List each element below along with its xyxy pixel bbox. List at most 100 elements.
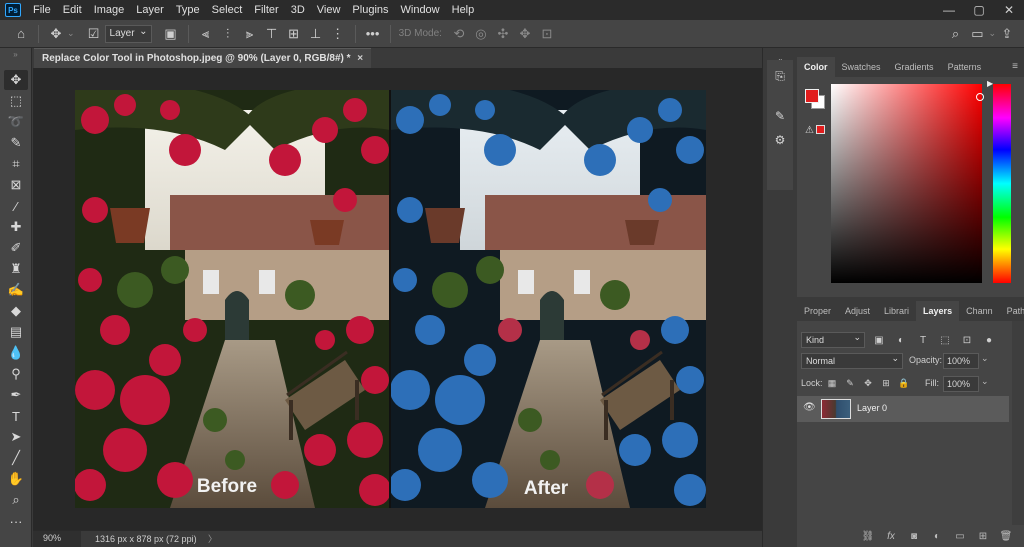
document-image[interactable]: Before After: [75, 90, 706, 508]
menu-view[interactable]: View: [311, 0, 347, 20]
new-group-icon[interactable]: ▭: [950, 528, 970, 544]
3d-orbit-icon[interactable]: ⟲: [448, 23, 470, 45]
tab-color[interactable]: Color: [797, 57, 835, 77]
filter-toggle-icon[interactable]: ●: [981, 332, 997, 348]
lasso-tool-icon[interactable]: ➰: [4, 112, 28, 132]
blur-tool-icon[interactable]: 💧: [4, 343, 28, 363]
hand-tool-icon[interactable]: ✋: [4, 469, 28, 489]
link-layers-icon[interactable]: ⛓: [858, 528, 878, 544]
tab-adjustments[interactable]: Adjust: [838, 301, 877, 321]
tab-libraries[interactable]: Librari: [877, 301, 916, 321]
lock-image-icon[interactable]: ✎: [843, 376, 857, 390]
3d-roll-icon[interactable]: ◎: [470, 23, 492, 45]
eraser-tool-icon[interactable]: ◆: [4, 301, 28, 321]
adjustments-panel-icon[interactable]: ⚙: [770, 130, 790, 150]
lock-all-icon[interactable]: 🔒: [897, 376, 911, 390]
tab-patterns[interactable]: Patterns: [941, 57, 989, 77]
home-icon[interactable]: ⌂: [10, 23, 32, 45]
layers-scrollbar[interactable]: [1012, 321, 1024, 525]
chevron-down-icon[interactable]: ⌄: [988, 28, 996, 39]
move-tool-icon[interactable]: ✥: [45, 23, 67, 45]
fill-field[interactable]: 100%: [943, 376, 979, 392]
auto-select-checkbox-icon[interactable]: ☑: [83, 23, 105, 45]
dodge-tool-icon[interactable]: ⚲: [4, 364, 28, 384]
layer-style-icon[interactable]: fx: [881, 528, 901, 544]
tab-gradients[interactable]: Gradients: [888, 57, 941, 77]
align-middle-icon[interactable]: ⊞: [283, 23, 305, 45]
menu-type[interactable]: Type: [170, 0, 206, 20]
align-center-h-icon[interactable]: ⫶: [217, 23, 239, 45]
panel-grip-icon[interactable]: »: [4, 50, 28, 60]
brush-settings-icon[interactable]: ✎: [770, 106, 790, 126]
color-picker-cursor[interactable]: [976, 93, 984, 101]
more-options-icon[interactable]: •••: [362, 23, 384, 45]
auto-select-dropdown[interactable]: Layer: [104, 24, 152, 43]
align-right-icon[interactable]: ⫸: [239, 23, 261, 45]
filter-shape-icon[interactable]: ⬚: [937, 332, 953, 348]
clone-stamp-icon[interactable]: ♜: [4, 259, 28, 279]
tab-paths[interactable]: Paths: [1000, 301, 1024, 321]
tab-swatches[interactable]: Swatches: [835, 57, 888, 77]
align-top-icon[interactable]: ⊤: [261, 23, 283, 45]
align-left-icon[interactable]: ⫷: [195, 23, 217, 45]
foreground-color-swatch[interactable]: [805, 89, 819, 103]
menu-plugins[interactable]: Plugins: [346, 0, 394, 20]
healing-brush-icon[interactable]: ✚: [4, 217, 28, 237]
gradient-tool-icon[interactable]: ▤: [4, 322, 28, 342]
chevron-down-icon[interactable]: ⌄: [67, 28, 75, 39]
menu-edit[interactable]: Edit: [57, 0, 88, 20]
menu-image[interactable]: Image: [88, 0, 131, 20]
menu-file[interactable]: File: [27, 0, 57, 20]
layer-row[interactable]: 👁 Layer 0: [797, 396, 1009, 422]
visibility-eye-icon[interactable]: 👁: [803, 402, 816, 413]
canvas-area[interactable]: Before After: [33, 68, 762, 530]
marquee-tool-icon[interactable]: ⬚: [4, 91, 28, 111]
opacity-field[interactable]: 100%: [943, 353, 979, 369]
lock-transparency-icon[interactable]: ▦: [825, 376, 839, 390]
crop-tool-icon[interactable]: ⌗: [4, 154, 28, 174]
minimize-button[interactable]: —: [934, 0, 964, 20]
menu-window[interactable]: Window: [395, 0, 446, 20]
lock-artboard-icon[interactable]: ⊞: [879, 376, 893, 390]
hue-slider[interactable]: [993, 84, 1011, 283]
saturation-value-field[interactable]: [831, 84, 984, 283]
add-mask-icon[interactable]: ◙: [904, 528, 924, 544]
chevron-down-icon[interactable]: ⌄: [981, 353, 989, 364]
quick-select-tool-icon[interactable]: ✎: [4, 133, 28, 153]
menu-layer[interactable]: Layer: [130, 0, 170, 20]
gamut-swatch[interactable]: [816, 125, 825, 134]
blend-mode-dropdown[interactable]: Normal: [801, 351, 903, 369]
brush-tool-icon[interactable]: ✐: [4, 238, 28, 258]
tab-layers[interactable]: Layers: [916, 301, 960, 321]
tab-properties[interactable]: Proper: [797, 301, 838, 321]
history-brush-icon[interactable]: ✍: [4, 280, 28, 300]
filter-kind-dropdown[interactable]: Kind: [801, 330, 865, 348]
maximize-button[interactable]: ▢: [964, 0, 994, 20]
doc-info-menu-icon[interactable]: 〉: [208, 531, 217, 547]
3d-pan-icon[interactable]: ✣: [492, 23, 514, 45]
menu-3d[interactable]: 3D: [285, 0, 311, 20]
filter-pixel-icon[interactable]: ▣: [871, 332, 887, 348]
move-tool-icon[interactable]: ✥: [4, 70, 28, 90]
delete-layer-icon[interactable]: 🗑: [996, 528, 1016, 544]
chevron-down-icon[interactable]: ⌄: [981, 376, 989, 387]
filter-smart-object-icon[interactable]: ⊡: [959, 332, 975, 348]
tab-channels[interactable]: Chann: [959, 301, 1000, 321]
more-tools-icon[interactable]: ···: [4, 511, 28, 531]
align-bottom-icon[interactable]: ⊥: [305, 23, 327, 45]
distribute-icon[interactable]: ⋮: [327, 23, 349, 45]
type-tool-icon[interactable]: T: [4, 406, 28, 426]
close-tab-icon[interactable]: ×: [357, 53, 363, 64]
close-window-button[interactable]: ✕: [994, 0, 1024, 20]
filter-type-icon[interactable]: T: [915, 332, 931, 348]
panel-menu-icon[interactable]: ≡: [1012, 61, 1018, 72]
adjustment-layer-icon[interactable]: ◐: [927, 528, 947, 544]
3d-slide-icon[interactable]: ✥: [514, 23, 536, 45]
zoom-tool-icon[interactable]: ⌕: [4, 490, 28, 510]
menu-help[interactable]: Help: [446, 0, 481, 20]
pen-tool-icon[interactable]: ✒: [4, 385, 28, 405]
transform-controls-icon[interactable]: ▣: [160, 23, 182, 45]
shape-tool-icon[interactable]: ╱: [4, 448, 28, 468]
lock-position-icon[interactable]: ✥: [861, 376, 875, 390]
filter-adjustment-icon[interactable]: ◐: [893, 332, 909, 348]
